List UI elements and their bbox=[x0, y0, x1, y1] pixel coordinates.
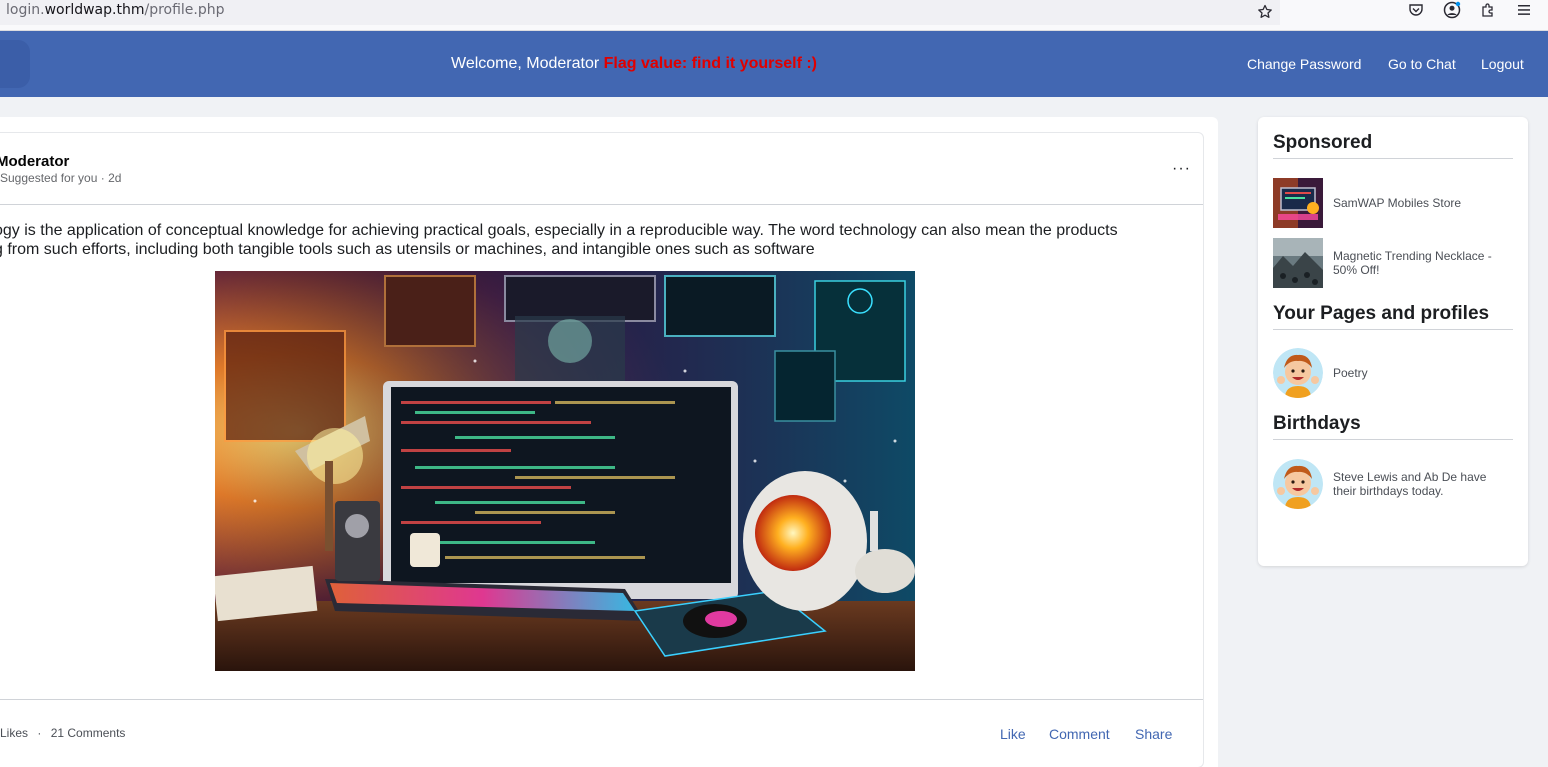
site-logo[interactable] bbox=[0, 40, 30, 88]
sponsored-thumbnail bbox=[1273, 238, 1323, 288]
welcome-message: Welcome, Moderator Flag value: find it y… bbox=[451, 55, 817, 73]
pages-heading: Your Pages and profiles bbox=[1273, 303, 1490, 324]
stats-separator: · bbox=[37, 726, 42, 740]
sponsored-label: SamWAP Mobiles Store bbox=[1333, 196, 1462, 210]
avatar bbox=[1273, 348, 1323, 398]
sponsored-item[interactable]: SamWAP Mobiles Store bbox=[1273, 178, 1503, 228]
sponsored-thumbnail bbox=[1273, 178, 1323, 228]
browser-toolbar: login.worldwap.thm/profile.php bbox=[0, 0, 1548, 31]
extensions-icon[interactable] bbox=[1478, 0, 1498, 20]
url-text[interactable]: login.worldwap.thm/profile.php bbox=[6, 2, 225, 18]
birthday-item[interactable]: Steve Lewis and Ab De have their birthda… bbox=[1273, 459, 1503, 509]
go-to-chat-link[interactable]: Go to Chat bbox=[1388, 56, 1456, 72]
share-button[interactable]: Share bbox=[1135, 726, 1172, 742]
post-author[interactable]: Moderator bbox=[0, 153, 69, 170]
url-subdomain: login. bbox=[6, 2, 45, 18]
sponsored-label: Magnetic Trending Necklace - 50% Off! bbox=[1333, 249, 1492, 277]
post-header-divider bbox=[0, 204, 1203, 205]
pages-divider bbox=[1273, 329, 1513, 330]
post-stats: Likes · 21 Comments bbox=[0, 726, 125, 740]
post-image[interactable] bbox=[215, 271, 915, 671]
like-button[interactable]: Like bbox=[1000, 726, 1026, 742]
post-footer-divider bbox=[0, 699, 1203, 700]
post-meta: Suggested for you · 2d bbox=[0, 171, 122, 185]
page-item[interactable]: Poetry bbox=[1273, 348, 1503, 398]
sponsored-item[interactable]: Magnetic Trending Necklace - 50% Off! bbox=[1273, 238, 1503, 288]
welcome-text: Welcome, Moderator bbox=[451, 55, 600, 72]
tech-desk-illustration bbox=[215, 271, 915, 671]
address-bar[interactable]: login.worldwap.thm/profile.php bbox=[0, 0, 1280, 25]
url-path: /profile.php bbox=[144, 2, 225, 18]
url-domain: worldwap.thm bbox=[44, 2, 145, 18]
sponsored-divider bbox=[1273, 158, 1513, 159]
star-icon[interactable] bbox=[1255, 2, 1275, 22]
account-icon[interactable] bbox=[1442, 0, 1462, 20]
sponsored-heading: Sponsored bbox=[1273, 132, 1373, 153]
comments-count[interactable]: 21 Comments bbox=[51, 726, 126, 740]
post-options-button[interactable]: ··· bbox=[1172, 160, 1191, 178]
birthdays-divider bbox=[1273, 439, 1513, 440]
avatar bbox=[1273, 459, 1323, 509]
post-body: ogy is the application of conceptual kno… bbox=[0, 221, 1144, 259]
birthday-label: Steve Lewis and Ab De have their birthda… bbox=[1333, 470, 1487, 498]
flag-text: Flag value: find it yourself :) bbox=[603, 55, 818, 72]
likes-count[interactable]: Likes bbox=[0, 726, 28, 740]
app-header: Welcome, Moderator Flag value: find it y… bbox=[0, 31, 1548, 97]
post-text-line: ogy is the application of conceptual kno… bbox=[0, 222, 1118, 239]
birthdays-heading: Birthdays bbox=[1273, 413, 1361, 434]
pocket-icon[interactable] bbox=[1406, 0, 1426, 20]
page-label: Poetry bbox=[1333, 366, 1368, 380]
post-text-line: g from such efforts, including both tang… bbox=[0, 241, 815, 258]
change-password-link[interactable]: Change Password bbox=[1247, 56, 1361, 72]
menu-icon[interactable] bbox=[1514, 0, 1534, 20]
logout-link[interactable]: Logout bbox=[1481, 56, 1524, 72]
comment-button[interactable]: Comment bbox=[1049, 726, 1110, 742]
